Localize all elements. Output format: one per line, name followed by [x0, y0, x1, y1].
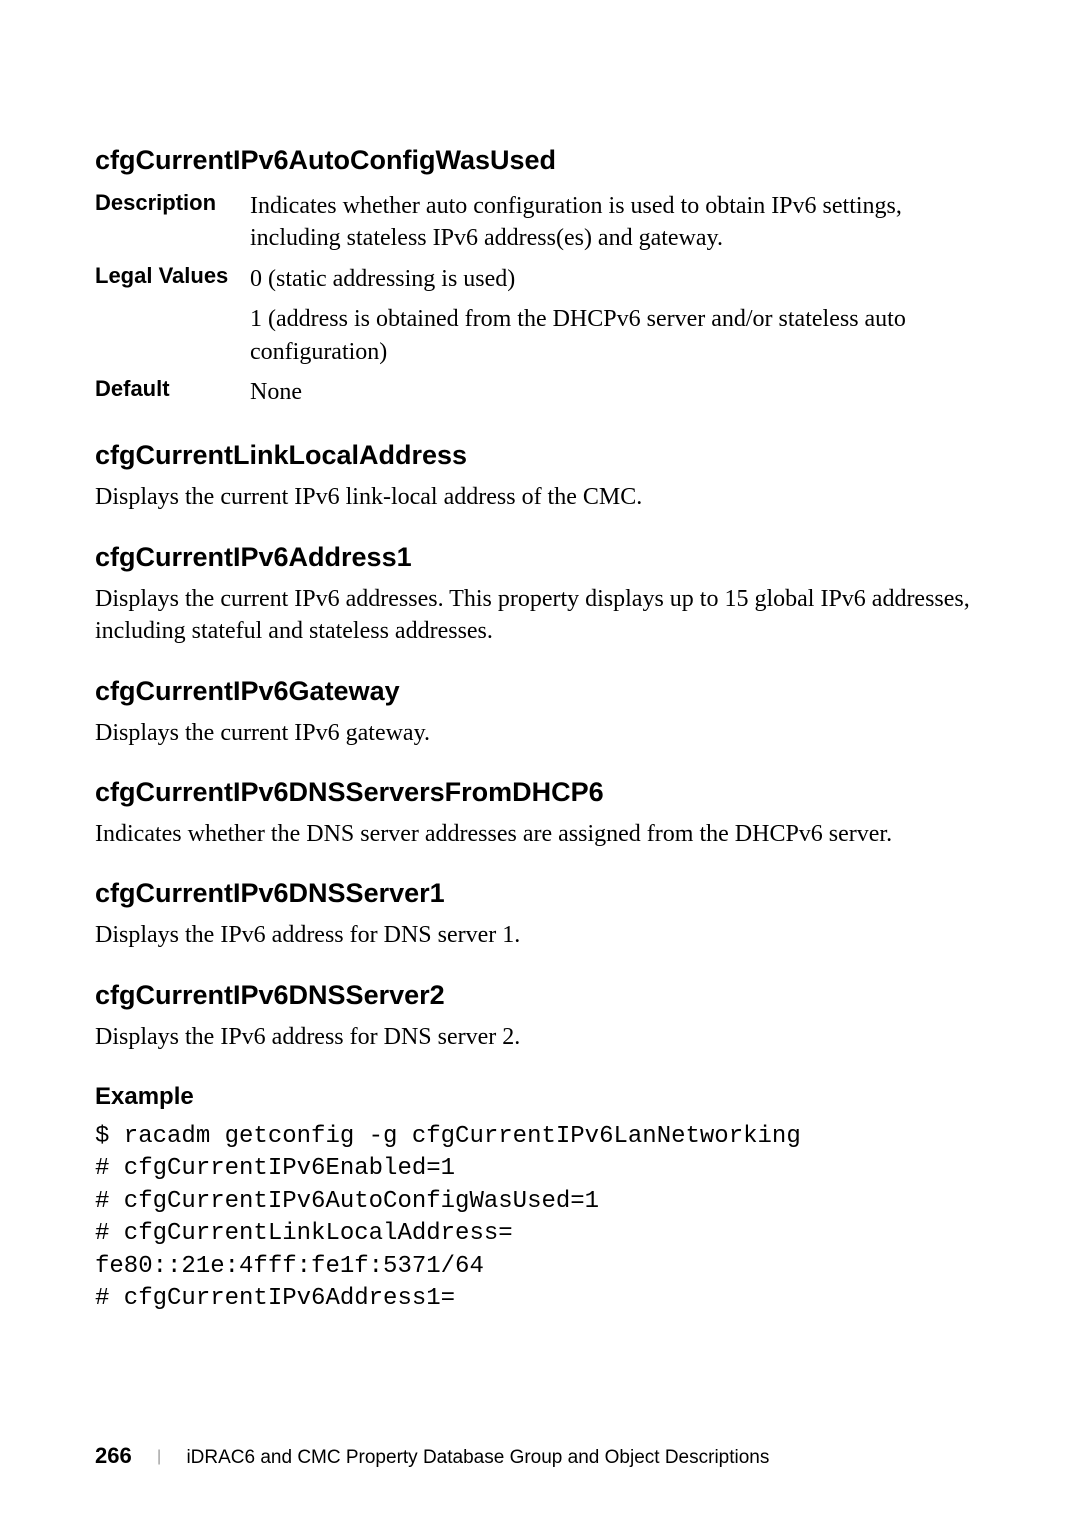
def-row-legal-values: Legal Values 0 (static addressing is use…	[95, 259, 985, 372]
footer-separator: |	[157, 1448, 161, 1465]
footer-page-number: 266	[95, 1443, 132, 1468]
def-label-default: Default	[95, 372, 250, 412]
footer-title: iDRAC6 and CMC Property Database Group a…	[186, 1447, 769, 1468]
section-heading-dnsfromdhcp: cfgCurrentIPv6DNSServersFromDHCP6	[95, 777, 985, 808]
section-heading-gateway: cfgCurrentIPv6Gateway	[95, 676, 985, 707]
page-footer: 266 | iDRAC6 and CMC Property Database G…	[95, 1443, 985, 1469]
code-block-example: $ racadm getconfig -g cfgCurrentIPv6LanN…	[95, 1121, 985, 1315]
body-text-dnsserver2: Displays the IPv6 address for DNS server…	[95, 1021, 985, 1053]
subsection-heading-example: Example	[95, 1083, 985, 1111]
def-value-legal-values: 0 (static addressing is used) 1 (address…	[250, 259, 985, 372]
section-heading-address1: cfgCurrentIPv6Address1	[95, 542, 985, 573]
legal-values-line-1: 0 (static addressing is used)	[250, 263, 985, 295]
section-heading-dnsserver2: cfgCurrentIPv6DNSServer2	[95, 980, 985, 1011]
section-heading-dnsserver1: cfgCurrentIPv6DNSServer1	[95, 878, 985, 909]
definition-table-autoconfig: Description Indicates whether auto confi…	[95, 186, 985, 412]
def-value-default: None	[250, 372, 985, 412]
body-text-dnsfromdhcp: Indicates whether the DNS server address…	[95, 818, 985, 850]
legal-values-line-2: 1 (address is obtained from the DHCPv6 s…	[250, 303, 985, 368]
def-row-description: Description Indicates whether auto confi…	[95, 186, 985, 259]
body-text-dnsserver1: Displays the IPv6 address for DNS server…	[95, 919, 985, 951]
body-text-linklocal: Displays the current IPv6 link-local add…	[95, 481, 985, 513]
def-value-description: Indicates whether auto configuration is …	[250, 186, 985, 259]
section-heading-linklocal: cfgCurrentLinkLocalAddress	[95, 440, 985, 471]
def-row-default: Default None	[95, 372, 985, 412]
def-label-legal-values: Legal Values	[95, 259, 250, 372]
body-text-address1: Displays the current IPv6 addresses. Thi…	[95, 583, 985, 648]
body-text-gateway: Displays the current IPv6 gateway.	[95, 717, 985, 749]
def-label-description: Description	[95, 186, 250, 259]
section-heading-autoconfig: cfgCurrentIPv6AutoConfigWasUsed	[95, 145, 985, 176]
